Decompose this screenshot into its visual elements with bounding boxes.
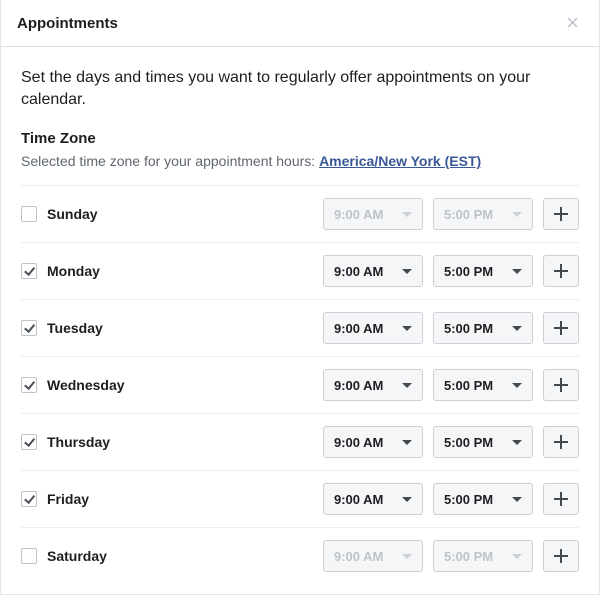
end-time-select[interactable]: 5:00 PM: [433, 426, 533, 458]
chevron-down-icon: [512, 212, 522, 217]
end-time-select[interactable]: 5:00 PM: [433, 255, 533, 287]
day-name-label: Saturday: [47, 548, 107, 564]
day-row: Sunday 9:00 AM 5:00 PM: [21, 185, 579, 242]
plus-icon: [554, 492, 568, 506]
chevron-down-icon: [402, 440, 412, 445]
day-row: Saturday 9:00 AM 5:00 PM: [21, 527, 579, 584]
day-checkbox[interactable]: [21, 377, 37, 393]
day-checkbox[interactable]: [21, 548, 37, 564]
start-time-select[interactable]: 9:00 AM: [323, 483, 423, 515]
end-time-select-value: 5:00 PM: [444, 549, 493, 564]
day-left: Thursday: [21, 434, 313, 450]
chevron-down-icon: [512, 554, 522, 559]
add-time-button[interactable]: [543, 483, 579, 515]
chevron-down-icon: [512, 440, 522, 445]
add-time-button[interactable]: [543, 426, 579, 458]
plus-icon: [554, 378, 568, 392]
day-name-label: Friday: [47, 491, 89, 507]
day-left: Wednesday: [21, 377, 313, 393]
add-time-button[interactable]: [543, 369, 579, 401]
close-button[interactable]: ×: [562, 12, 583, 34]
day-left: Monday: [21, 263, 313, 279]
start-time-select-value: 9:00 AM: [334, 207, 383, 222]
day-row: Monday 9:00 AM 5:00 PM: [21, 242, 579, 299]
start-time-select-value: 9:00 AM: [334, 492, 383, 507]
end-time-select-value: 5:00 PM: [444, 492, 493, 507]
end-time-select[interactable]: 5:00 PM: [433, 369, 533, 401]
day-checkbox[interactable]: [21, 434, 37, 450]
modal-content: Set the days and times you want to regul…: [1, 47, 599, 594]
add-time-button[interactable]: [543, 255, 579, 287]
end-time-select: 5:00 PM: [433, 198, 533, 230]
modal-header: Appointments ×: [1, 0, 599, 47]
day-row: Thursday 9:00 AM 5:00 PM: [21, 413, 579, 470]
end-time-select-value: 5:00 PM: [444, 264, 493, 279]
appointments-modal: Appointments × Set the days and times yo…: [0, 0, 600, 595]
day-left: Friday: [21, 491, 313, 507]
days-list: Sunday 9:00 AM 5:00 PM Monday 9:00 AM 5:00 PM…: [21, 185, 579, 584]
add-time-button[interactable]: [543, 312, 579, 344]
start-time-select-value: 9:00 AM: [334, 378, 383, 393]
description-text: Set the days and times you want to regul…: [21, 67, 579, 110]
day-left: Sunday: [21, 206, 313, 222]
timezone-desc-prefix: Selected time zone for your appointment …: [21, 153, 319, 169]
end-time-select-value: 5:00 PM: [444, 435, 493, 450]
chevron-down-icon: [402, 554, 412, 559]
end-time-select[interactable]: 5:00 PM: [433, 312, 533, 344]
chevron-down-icon: [512, 497, 522, 502]
plus-icon: [554, 321, 568, 335]
timezone-description: Selected time zone for your appointment …: [21, 153, 579, 169]
add-time-button[interactable]: [543, 540, 579, 572]
chevron-down-icon: [512, 269, 522, 274]
day-checkbox[interactable]: [21, 263, 37, 279]
plus-icon: [554, 549, 568, 563]
start-time-select[interactable]: 9:00 AM: [323, 312, 423, 344]
end-time-select-value: 5:00 PM: [444, 378, 493, 393]
start-time-select-value: 9:00 AM: [334, 321, 383, 336]
modal-title: Appointments: [17, 15, 118, 32]
chevron-down-icon: [402, 383, 412, 388]
plus-icon: [554, 435, 568, 449]
end-time-select: 5:00 PM: [433, 540, 533, 572]
start-time-select-value: 9:00 AM: [334, 435, 383, 450]
start-time-select-value: 9:00 AM: [334, 264, 383, 279]
day-name-label: Tuesday: [47, 320, 103, 336]
chevron-down-icon: [512, 383, 522, 388]
chevron-down-icon: [402, 497, 412, 502]
day-checkbox[interactable]: [21, 491, 37, 507]
chevron-down-icon: [402, 269, 412, 274]
day-left: Saturday: [21, 548, 313, 564]
end-time-select-value: 5:00 PM: [444, 207, 493, 222]
day-left: Tuesday: [21, 320, 313, 336]
chevron-down-icon: [402, 212, 412, 217]
day-name-label: Thursday: [47, 434, 110, 450]
end-time-select[interactable]: 5:00 PM: [433, 483, 533, 515]
day-row: Wednesday 9:00 AM 5:00 PM: [21, 356, 579, 413]
plus-icon: [554, 207, 568, 221]
start-time-select[interactable]: 9:00 AM: [323, 255, 423, 287]
start-time-select[interactable]: 9:00 AM: [323, 369, 423, 401]
day-row: Tuesday 9:00 AM 5:00 PM: [21, 299, 579, 356]
chevron-down-icon: [402, 326, 412, 331]
timezone-link[interactable]: America/New York (EST): [319, 153, 481, 169]
timezone-title: Time Zone: [21, 130, 579, 147]
plus-icon: [554, 264, 568, 278]
start-time-select[interactable]: 9:00 AM: [323, 426, 423, 458]
day-name-label: Sunday: [47, 206, 98, 222]
start-time-select: 9:00 AM: [323, 198, 423, 230]
add-time-button[interactable]: [543, 198, 579, 230]
day-row: Friday 9:00 AM 5:00 PM: [21, 470, 579, 527]
chevron-down-icon: [512, 326, 522, 331]
day-checkbox[interactable]: [21, 206, 37, 222]
end-time-select-value: 5:00 PM: [444, 321, 493, 336]
start-time-select: 9:00 AM: [323, 540, 423, 572]
day-name-label: Monday: [47, 263, 100, 279]
start-time-select-value: 9:00 AM: [334, 549, 383, 564]
day-checkbox[interactable]: [21, 320, 37, 336]
day-name-label: Wednesday: [47, 377, 125, 393]
